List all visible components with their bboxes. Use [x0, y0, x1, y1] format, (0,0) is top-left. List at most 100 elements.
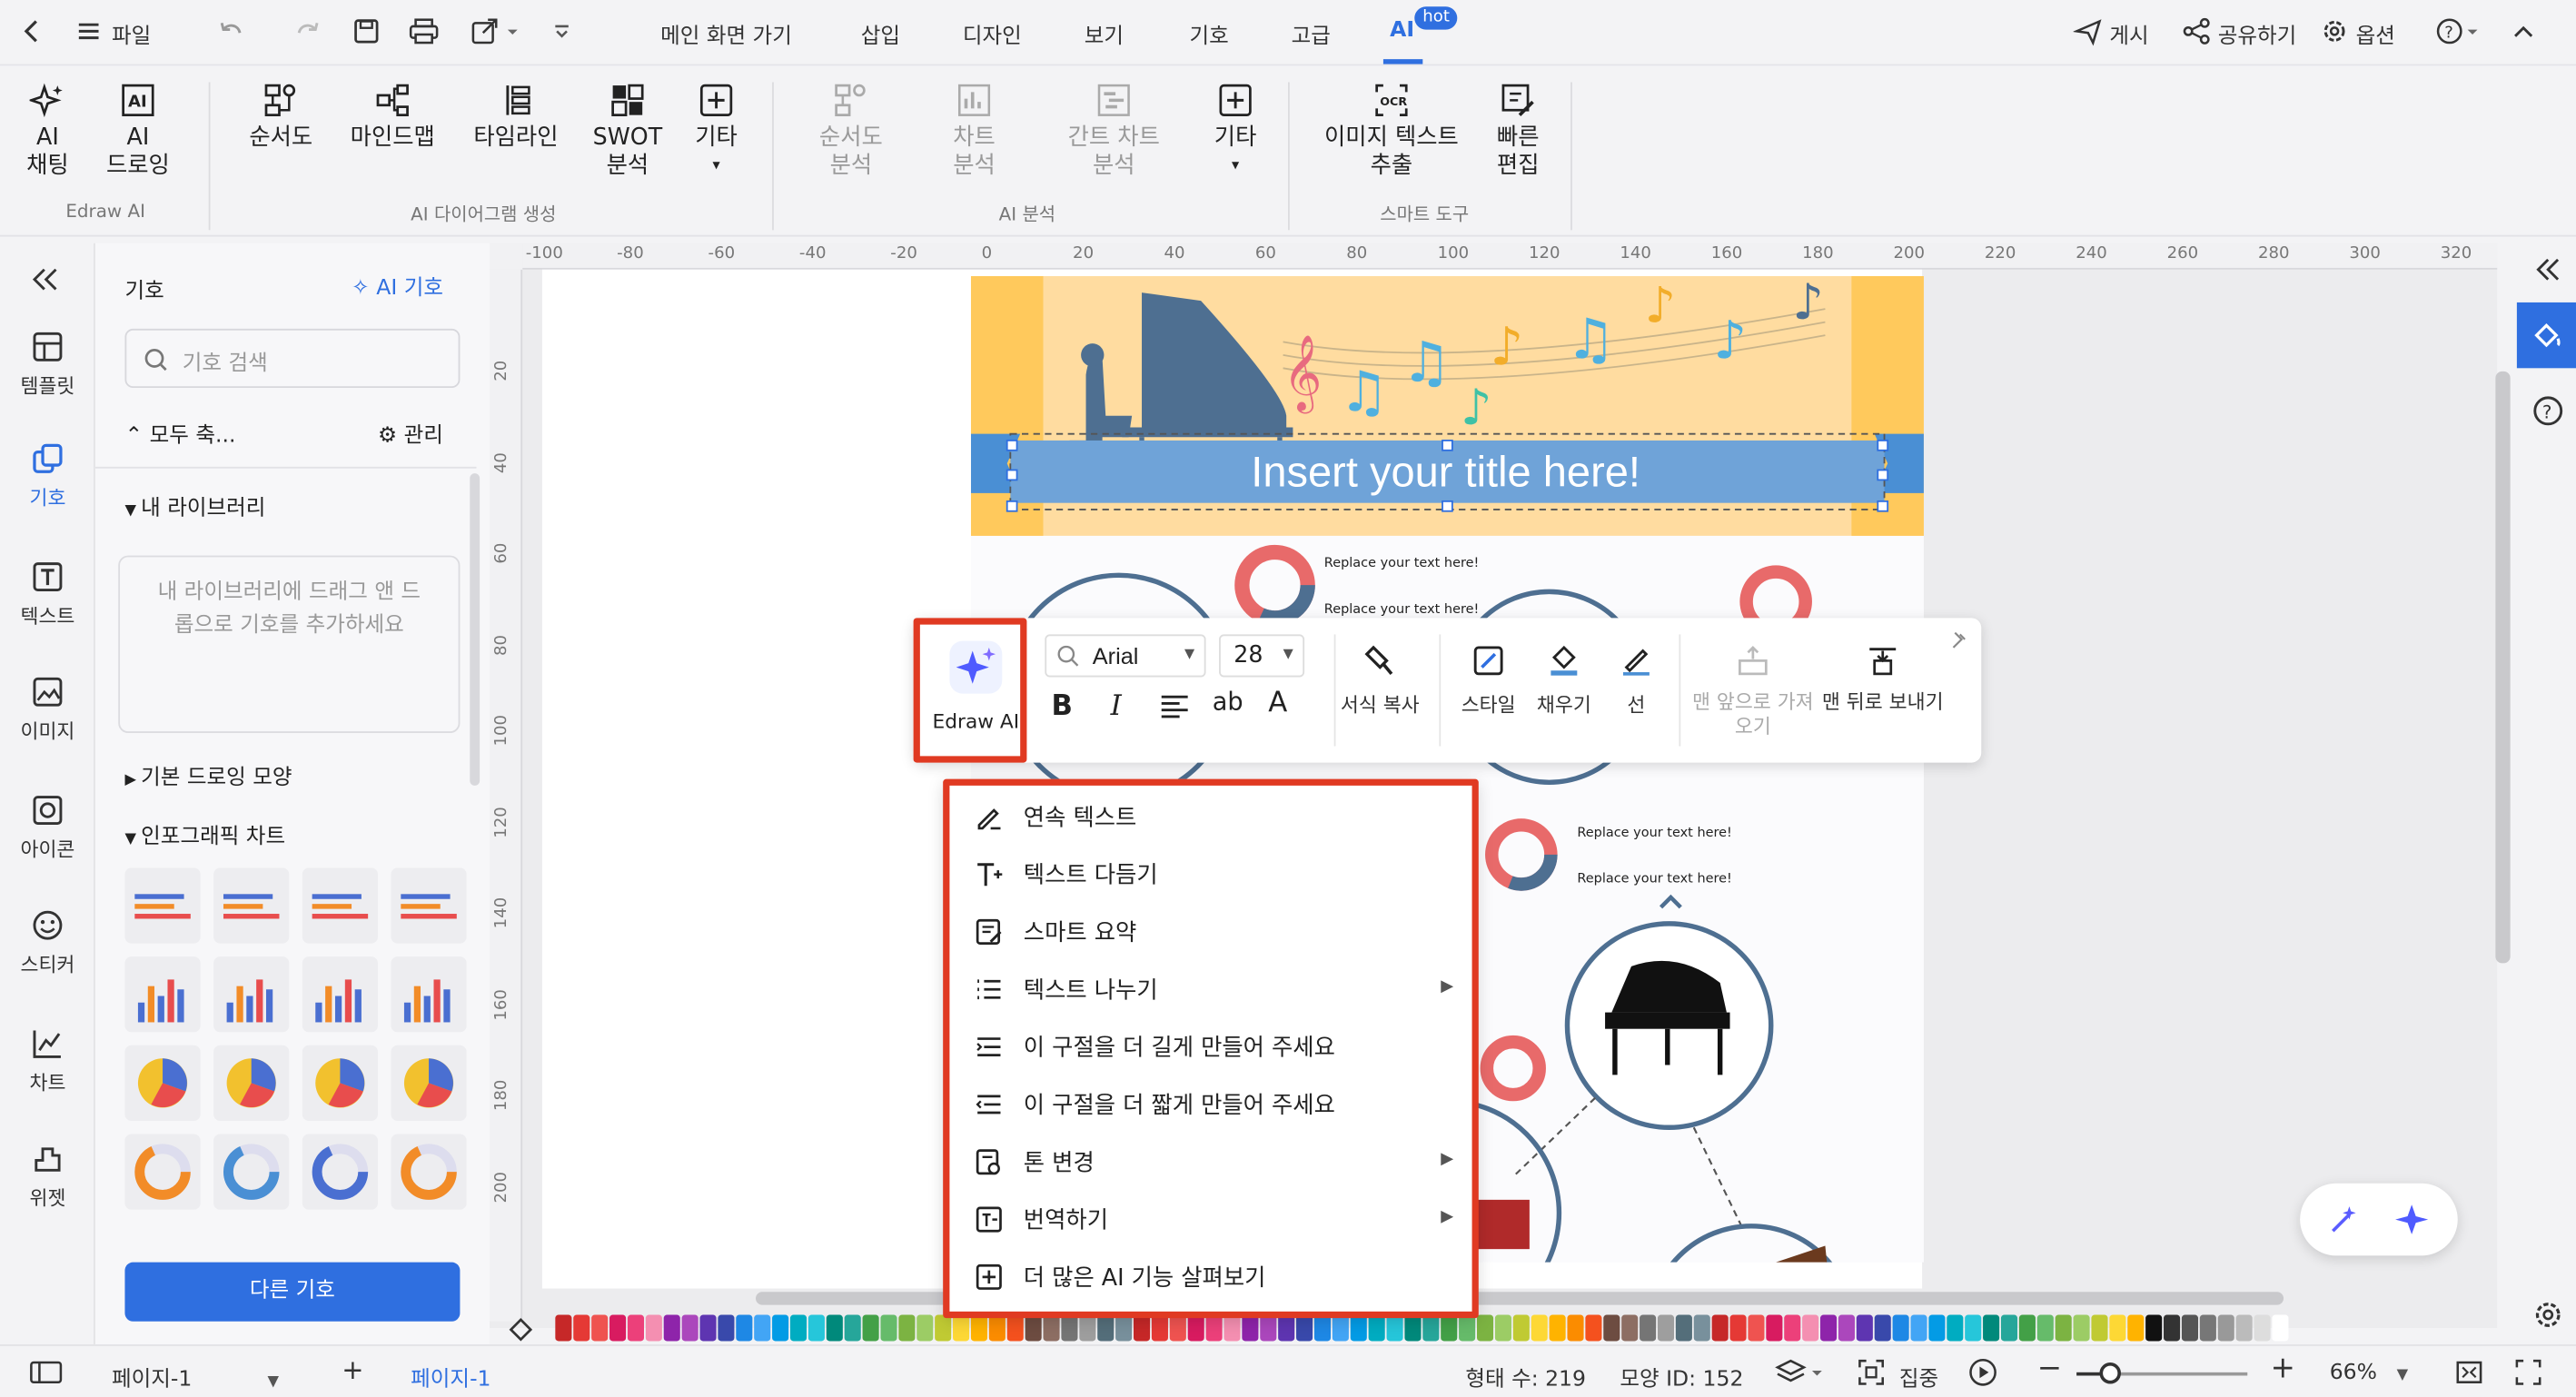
magic-wand-icon[interactable]	[2326, 1202, 2363, 1238]
rail-charts[interactable]: 차트	[0, 1025, 95, 1096]
color-swatch[interactable]	[1224, 1314, 1241, 1342]
menu-design[interactable]: 디자인	[963, 18, 1022, 49]
text-placeholder-4[interactable]: Replace your text here!	[1577, 871, 1732, 886]
ocr-button[interactable]: OCR 이미지 텍스트 추출	[1314, 82, 1469, 181]
rail-icons[interactable]: 아이콘	[0, 792, 95, 863]
color-swatch[interactable]	[2145, 1314, 2163, 1342]
color-swatch[interactable]	[663, 1314, 680, 1342]
color-swatch[interactable]	[1838, 1314, 1855, 1342]
color-swatch[interactable]	[1549, 1314, 1566, 1342]
color-swatch[interactable]	[1983, 1314, 2000, 1342]
menu-home[interactable]: 메인 화면 가기	[660, 18, 792, 49]
color-swatch[interactable]	[1260, 1314, 1277, 1342]
timeline-button[interactable]: 타임라인	[463, 82, 569, 153]
color-swatch[interactable]	[807, 1314, 825, 1342]
color-swatch[interactable]	[1025, 1314, 1042, 1342]
infographic-thumbnail[interactable]	[124, 956, 201, 1033]
color-swatch[interactable]	[718, 1314, 735, 1342]
color-swatch[interactable]	[591, 1314, 609, 1342]
color-swatch[interactable]	[862, 1314, 879, 1342]
library-scrollbar[interactable]	[470, 473, 481, 786]
infographic-thumbnail[interactable]	[391, 956, 467, 1033]
file-menu[interactable]: 파일	[112, 18, 151, 49]
fit-page-icon[interactable]	[2454, 1358, 2484, 1388]
color-swatch[interactable]	[736, 1314, 753, 1342]
color-swatch[interactable]	[1006, 1314, 1024, 1342]
other-diagram-button[interactable]: 기타 ▾	[687, 82, 746, 181]
color-swatch[interactable]	[2091, 1314, 2108, 1342]
library-drop-zone[interactable]: 내 라이브러리에 드래그 앤 드롭으로 기호를 추가하세요	[118, 555, 461, 733]
infographic-thumbnail[interactable]	[391, 1045, 467, 1122]
symbol-search-input[interactable]: 기호 검색	[124, 328, 461, 389]
color-swatch[interactable]	[1947, 1314, 1964, 1342]
color-swatch[interactable]	[1169, 1314, 1186, 1342]
color-swatch[interactable]	[2018, 1314, 2036, 1342]
infographic-thumbnail[interactable]	[124, 867, 201, 944]
color-swatch[interactable]	[2164, 1314, 2181, 1342]
infographic-thumbnail[interactable]	[302, 867, 378, 944]
font-color-button[interactable]: A	[1268, 687, 1287, 719]
undo-icon[interactable]	[217, 16, 247, 46]
canvas-vertical-scrollbar[interactable]	[2495, 371, 2511, 964]
zoom-level[interactable]: 66% ▼	[2330, 1361, 2409, 1385]
infographic-thumbnail[interactable]	[124, 1134, 201, 1210]
color-swatch[interactable]	[1422, 1314, 1440, 1342]
color-swatch[interactable]	[1097, 1314, 1115, 1342]
rail-templates[interactable]: 템플릿	[0, 329, 95, 400]
color-swatch[interactable]	[1278, 1314, 1295, 1342]
rail-text[interactable]: 텍스트	[0, 559, 95, 629]
page-tab[interactable]: 페이지-1	[411, 1361, 490, 1392]
color-swatch[interactable]	[789, 1314, 807, 1342]
color-swatch[interactable]	[627, 1314, 644, 1342]
color-swatch[interactable]	[1711, 1314, 1729, 1342]
color-swatch[interactable]	[1766, 1314, 1783, 1342]
fill-button[interactable]: 채우기	[1528, 644, 1600, 718]
zoom-in-button[interactable]: +	[2271, 1351, 2295, 1385]
color-swatch[interactable]	[2217, 1314, 2234, 1342]
zoom-out-button[interactable]: −	[2037, 1351, 2062, 1385]
color-swatch[interactable]	[1151, 1314, 1168, 1342]
text-placeholder-1[interactable]: Replace your text here!	[1324, 556, 1480, 570]
other-analysis-button[interactable]: 기타 ▾	[1206, 82, 1265, 181]
color-swatch[interactable]	[1784, 1314, 1801, 1342]
color-swatch[interactable]	[1910, 1314, 1927, 1342]
infographic-thumbnail[interactable]	[213, 1134, 290, 1210]
infographic-thumbnail[interactable]	[213, 867, 290, 944]
color-swatch[interactable]	[1187, 1314, 1204, 1342]
color-swatch[interactable]	[1856, 1314, 1873, 1342]
color-swatch[interactable]	[1061, 1314, 1078, 1342]
color-swatch[interactable]	[1332, 1314, 1349, 1342]
pin-icon[interactable]	[1948, 631, 1968, 651]
ai-symbol-button[interactable]: ✧ AI 기호	[352, 270, 443, 301]
export-icon[interactable]	[470, 16, 519, 46]
color-swatch[interactable]	[1386, 1314, 1403, 1342]
fill-tool-icon[interactable]	[506, 1315, 536, 1342]
infographic-thumbnail[interactable]	[302, 1045, 378, 1122]
color-swatch[interactable]	[1802, 1314, 1819, 1342]
publish-button[interactable]: 게시	[2109, 18, 2148, 49]
color-swatch[interactable]	[2181, 1314, 2199, 1342]
color-swatch[interactable]	[1296, 1314, 1313, 1342]
manage-button[interactable]: ⚙ 관리	[378, 418, 443, 449]
menu-view[interactable]: 보기	[1085, 18, 1124, 49]
chart-analysis-button[interactable]: 차트 분석	[936, 82, 1012, 181]
color-swatch[interactable]	[1585, 1314, 1602, 1342]
color-swatch[interactable]	[1459, 1314, 1476, 1342]
print-icon[interactable]	[408, 16, 441, 46]
save-icon[interactable]	[352, 16, 381, 46]
color-swatch[interactable]	[2235, 1314, 2253, 1342]
color-swatch[interactable]	[1928, 1314, 1946, 1342]
style-button[interactable]: 스타일	[1452, 644, 1525, 718]
color-swatch[interactable]	[555, 1314, 572, 1342]
basic-shapes-section[interactable]: ▶ 기본 드로잉 모양	[124, 759, 292, 790]
back-icon[interactable]	[20, 16, 46, 46]
flowchart-button[interactable]: 순서도	[240, 82, 322, 153]
font-size-select[interactable]: 28 ▼	[1219, 634, 1305, 678]
color-swatch[interactable]	[1820, 1314, 1838, 1342]
text-placeholder-3[interactable]: Replace your text here!	[1577, 825, 1732, 839]
color-swatch[interactable]	[2109, 1314, 2126, 1342]
color-swatch[interactable]	[1621, 1314, 1639, 1342]
page-list-icon[interactable]	[30, 1361, 63, 1383]
swot-button[interactable]: SWOT 분석	[585, 82, 670, 181]
infographic-thumbnail[interactable]	[213, 956, 290, 1033]
